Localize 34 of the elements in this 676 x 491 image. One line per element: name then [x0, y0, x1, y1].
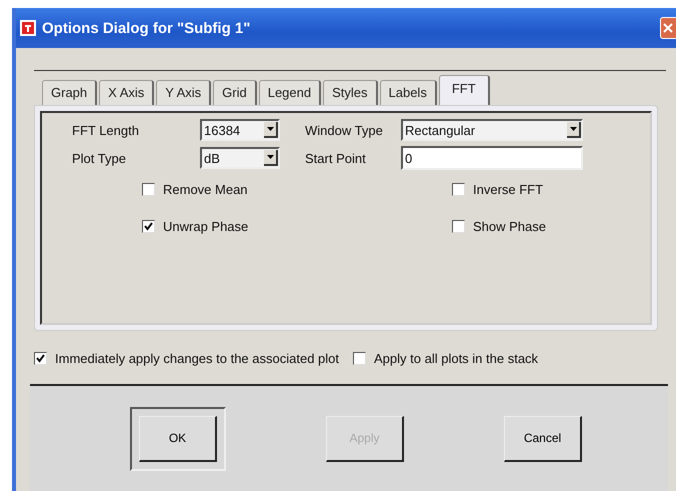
- tab[interactable]: Grid: [213, 80, 257, 105]
- tab[interactable]: Styles: [323, 80, 378, 105]
- dropdown[interactable]: Rectangular: [401, 119, 583, 141]
- input-field[interactable]: 0: [401, 146, 583, 170]
- checkbox[interactable]: [452, 183, 465, 196]
- app-icon: [20, 20, 36, 36]
- field-label: Plot Type: [72, 150, 127, 166]
- checkbox-label: Apply to all plots in the stack: [374, 351, 538, 366]
- tab[interactable]: Y Axis: [156, 80, 212, 105]
- checkbox-label: Remove Mean: [163, 182, 248, 197]
- dialog-button[interactable]: Cancel: [504, 416, 582, 462]
- checkbox[interactable]: [452, 220, 465, 233]
- checkbox[interactable]: [353, 352, 366, 365]
- field-label: FFT Length: [72, 122, 140, 138]
- checkbox[interactable]: [142, 220, 155, 233]
- checkbox-label: Show Phase: [473, 219, 546, 234]
- field-label: Start Point: [305, 150, 367, 166]
- tab[interactable]: Legend: [258, 80, 322, 105]
- field-label: Window Type: [305, 122, 384, 138]
- checkbox-label: Immediately apply changes to the associated plot: [55, 351, 340, 366]
- checkbox[interactable]: [142, 183, 155, 196]
- tab[interactable]: Graph: [42, 80, 98, 105]
- close-icon: [661, 21, 675, 35]
- checkbox-label: Unwrap Phase: [163, 219, 248, 234]
- tab[interactable]: Labels: [380, 80, 437, 105]
- window-title: Options Dialog for "Subfig 1": [42, 20, 250, 36]
- checkbox-label: Inverse FFT: [473, 182, 544, 197]
- dropdown[interactable]: 16384: [200, 119, 280, 141]
- dropdown[interactable]: dB: [200, 147, 280, 169]
- checkbox[interactable]: [34, 352, 47, 365]
- dialog-button[interactable]: OK: [139, 416, 217, 462]
- tab[interactable]: X Axis: [99, 80, 154, 105]
- tab[interactable]: FFT: [438, 75, 490, 105]
- close-button[interactable]: [660, 17, 676, 39]
